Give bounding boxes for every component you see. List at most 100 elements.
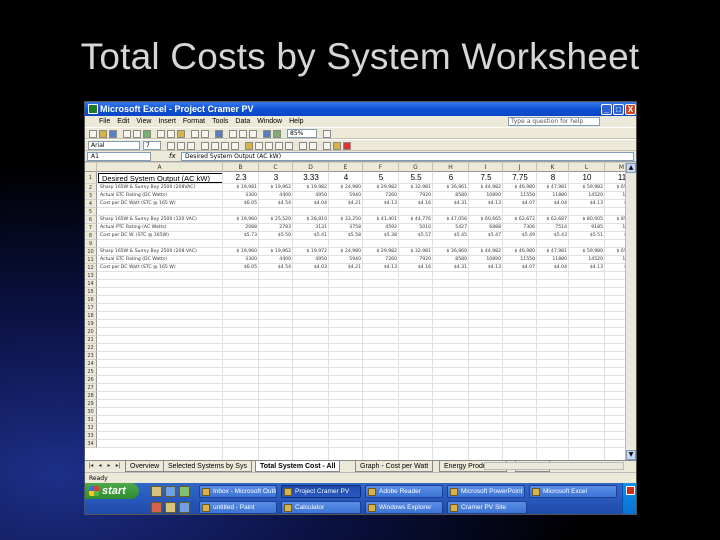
formula-input[interactable]: Desired System Output (AC kW) (181, 152, 634, 161)
data-cell[interactable]: $ 19,960 (223, 216, 259, 224)
row-header-19[interactable]: 19 (85, 320, 97, 328)
data-cell[interactable]: 11880 (537, 256, 569, 264)
row-header-26[interactable]: 26 (85, 376, 97, 384)
output-kw-cell[interactable]: 3.33 (293, 172, 329, 184)
data-cell[interactable]: 5010 (399, 224, 433, 232)
row-header-13[interactable]: 13 (85, 272, 97, 280)
row-header-28[interactable]: 28 (85, 392, 97, 400)
data-cell[interactable]: 10890 (469, 192, 503, 200)
data-cell[interactable]: $ 46,980 (503, 248, 537, 256)
taskbar-button[interactable]: Cramer PV Site (447, 501, 527, 514)
menu-help[interactable]: Help (289, 116, 303, 127)
data-cell[interactable]: $ 62,672 (503, 216, 537, 224)
menu-file[interactable]: File (99, 116, 110, 127)
decrease-decimal-icon[interactable] (285, 142, 293, 150)
data-cell[interactable]: $5.58 (329, 232, 363, 240)
data-cell[interactable]: $4.54 (259, 264, 293, 272)
row-header-33[interactable]: 33 (85, 432, 97, 440)
data-cell[interactable]: $ 80,005 (569, 216, 605, 224)
hyperlink-icon[interactable] (215, 130, 223, 138)
taskbar-button[interactable]: Adobe Reader (365, 485, 443, 498)
output-kw-cell[interactable]: 4 (329, 172, 363, 184)
data-cell[interactable]: $ 19,962 (259, 248, 293, 256)
row-header-23[interactable]: 23 (85, 352, 97, 360)
data-cell[interactable]: 3758 (329, 224, 363, 232)
data-cell[interactable]: $ 25,520 (259, 216, 293, 224)
scroll-up-icon[interactable]: ▲ (626, 163, 636, 173)
row-header-34[interactable]: 34 (85, 440, 97, 448)
save-icon[interactable] (109, 130, 117, 138)
data-cell[interactable]: 2088 (223, 224, 259, 232)
data-cell[interactable]: $4.13 (569, 264, 605, 272)
data-cell[interactable]: $4.54 (259, 200, 293, 208)
row-header-24[interactable]: 24 (85, 360, 97, 368)
borders-icon[interactable] (323, 142, 331, 150)
data-cell[interactable]: 14520 (569, 192, 605, 200)
column-header-c[interactable]: C (259, 163, 293, 172)
data-cell[interactable]: $4.21 (329, 264, 363, 272)
maximize-button[interactable]: □ (613, 104, 624, 115)
data-cell[interactable]: $ 41,401 (363, 216, 399, 224)
menu-data[interactable]: Data (235, 116, 250, 127)
data-cell[interactable]: $4.31 (433, 264, 469, 272)
data-cell[interactable]: $4.07 (503, 200, 537, 208)
data-cell[interactable]: 5940 (329, 192, 363, 200)
quicklaunch-desktop-icon[interactable] (179, 486, 190, 497)
data-cell[interactable]: $ 19,982 (293, 184, 329, 192)
data-cell[interactable]: $ 19,962 (259, 184, 293, 192)
data-cell[interactable]: 6888 (469, 224, 503, 232)
data-cell[interactable]: 11550 (503, 192, 537, 200)
data-cell[interactable]: $ 36,960 (433, 248, 469, 256)
row-label-cell[interactable]: Sharp 165W & Sunny Boy 2500 (208VAC) (97, 184, 223, 192)
sheet-tab-3[interactable]: Graph - Cost per Watt (355, 461, 434, 472)
data-cell[interactable]: 4950 (293, 256, 329, 264)
undo-icon[interactable] (191, 130, 199, 138)
output-kw-cell[interactable]: 5 (363, 172, 399, 184)
data-cell[interactable]: $ 46,980 (503, 184, 537, 192)
row-header-32[interactable]: 32 (85, 424, 97, 432)
row-header-10[interactable]: 10 (85, 248, 97, 256)
fill-color-icon[interactable] (333, 142, 341, 150)
italic-icon[interactable] (177, 142, 185, 150)
row-header-31[interactable]: 31 (85, 416, 97, 424)
data-cell[interactable]: $5.38 (363, 232, 399, 240)
row-header-2[interactable]: 2 (85, 184, 97, 192)
underline-icon[interactable] (187, 142, 195, 150)
increase-decimal-icon[interactable] (275, 142, 283, 150)
close-button[interactable]: X (625, 104, 636, 115)
percent-icon[interactable] (255, 142, 263, 150)
data-cell[interactable]: $ 29,982 (363, 184, 399, 192)
data-cell[interactable]: $5.49 (503, 232, 537, 240)
data-cell[interactable]: 7920 (399, 256, 433, 264)
row-label-cell[interactable]: Actual STC Rating (DC Watts) (97, 192, 223, 200)
decrease-indent-icon[interactable] (299, 142, 307, 150)
row-header-16[interactable]: 16 (85, 296, 97, 304)
print-preview-icon[interactable] (133, 130, 141, 138)
row-header-18[interactable]: 18 (85, 312, 97, 320)
quicklaunch-outlook-icon[interactable] (179, 502, 190, 513)
data-cell[interactable]: $6.05 (223, 264, 259, 272)
align-left-icon[interactable] (201, 142, 209, 150)
menu-window[interactable]: Window (257, 116, 282, 127)
row-header-25[interactable]: 25 (85, 368, 97, 376)
output-kw-cell[interactable]: 7.5 (469, 172, 503, 184)
row-label-cell[interactable] (97, 240, 223, 248)
quicklaunch-excel-icon[interactable] (151, 486, 162, 497)
paste-icon[interactable] (177, 130, 185, 138)
data-cell[interactable]: $ 60,665 (469, 216, 503, 224)
data-cell[interactable]: $4.13 (469, 200, 503, 208)
menu-view[interactable]: View (136, 116, 151, 127)
data-cell[interactable]: $4.21 (329, 200, 363, 208)
data-cell[interactable]: 8580 (433, 192, 469, 200)
last-sheet-icon[interactable]: ▸| (114, 462, 122, 471)
window-titlebar[interactable]: Microsoft Excel - Project Cramer PV _ □ … (85, 102, 636, 116)
data-cell[interactable]: 3131 (293, 224, 329, 232)
row-label-cell[interactable]: Actual PTC Rating (AC Watts) (97, 224, 223, 232)
currency-icon[interactable] (245, 142, 253, 150)
data-cell[interactable]: $ 19,981 (223, 184, 259, 192)
data-cell[interactable]: $5.50 (259, 232, 293, 240)
row-header-11[interactable]: 11 (85, 256, 97, 264)
output-kw-cell[interactable]: 10 (569, 172, 605, 184)
row-header-22[interactable]: 22 (85, 344, 97, 352)
column-header-a[interactable]: A (97, 163, 223, 172)
